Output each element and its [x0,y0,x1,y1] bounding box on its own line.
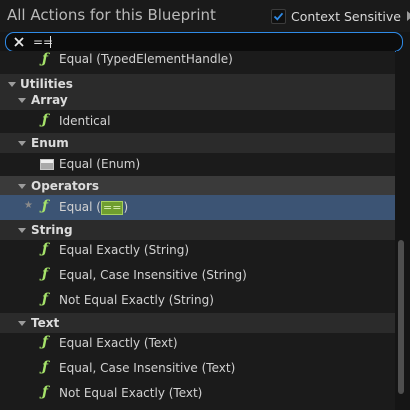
chevron-down-icon [18,98,26,103]
list-item-identical[interactable]: ƒ Identical [0,109,395,134]
category-text[interactable]: Text [0,313,395,333]
list-item-equal-typedelementhandle[interactable]: ƒ Equal (TypedElementHandle) [0,51,395,74]
chevron-down-icon [18,321,26,326]
list-item-equal-exactly-string[interactable]: ƒ Equal Exactly (String) [0,238,395,263]
function-icon: ƒ [42,359,49,375]
chevron-down-icon [18,184,26,189]
category-array[interactable]: Array [0,90,395,110]
chevron-down-icon [8,82,16,87]
category-operators[interactable]: Operators [0,176,395,196]
function-icon: ƒ [42,241,49,257]
text-caret [50,36,51,48]
category-enum[interactable]: Enum [0,133,395,153]
item-label-prefix: Equal ( [59,200,101,214]
list-item-not-equal-string[interactable]: ƒ Not Equal Exactly (String) [0,288,395,313]
scrollbar-thumb[interactable] [398,240,404,394]
checkmark-icon [273,12,284,21]
function-icon: ƒ [42,51,49,67]
function-icon: ƒ [42,384,49,400]
search-match-highlight: == [101,201,124,215]
list-item-equal-enum[interactable]: Equal (Enum) [0,152,395,177]
chevron-down-icon [18,141,26,146]
chevron-down-icon [18,228,26,233]
context-sensitive-checkbox[interactable] [271,8,286,24]
list-item-equal-operator[interactable]: ★ ƒ Equal (==) [0,195,395,220]
function-icon: ƒ [42,291,49,307]
function-icon: ƒ [42,334,49,350]
search-input[interactable] [33,33,393,51]
list-item-case-insensitive-string[interactable]: ƒ Equal, Case Insensitive (String) [0,263,395,288]
function-icon: ƒ [42,266,49,282]
context-sensitive-label: Context Sensitive [291,8,401,24]
enum-icon [40,159,54,170]
category-string[interactable]: String [0,220,395,240]
menu-title: All Actions for this Blueprint [7,6,216,24]
list-item-case-insensitive-text[interactable]: ƒ Equal, Case Insensitive (Text) [0,356,395,381]
star-icon[interactable]: ★ [24,200,33,211]
list-item-not-equal-text[interactable]: ƒ Not Equal Exactly (Text) [0,381,395,406]
action-menu-header: All Actions for this Blueprint Context S… [0,0,410,32]
function-icon: ƒ [42,112,49,128]
list-item-equal-exactly-text[interactable]: ƒ Equal Exactly (Text) [0,331,395,356]
action-list[interactable]: ƒ Equal (TypedElementHandle) Utilities A… [0,51,395,410]
item-label-suffix: ) [123,200,129,214]
search-box[interactable] [5,32,403,52]
function-icon: ƒ [42,198,49,214]
context-sensitive-toggle[interactable]: Context Sensitive [271,8,410,24]
